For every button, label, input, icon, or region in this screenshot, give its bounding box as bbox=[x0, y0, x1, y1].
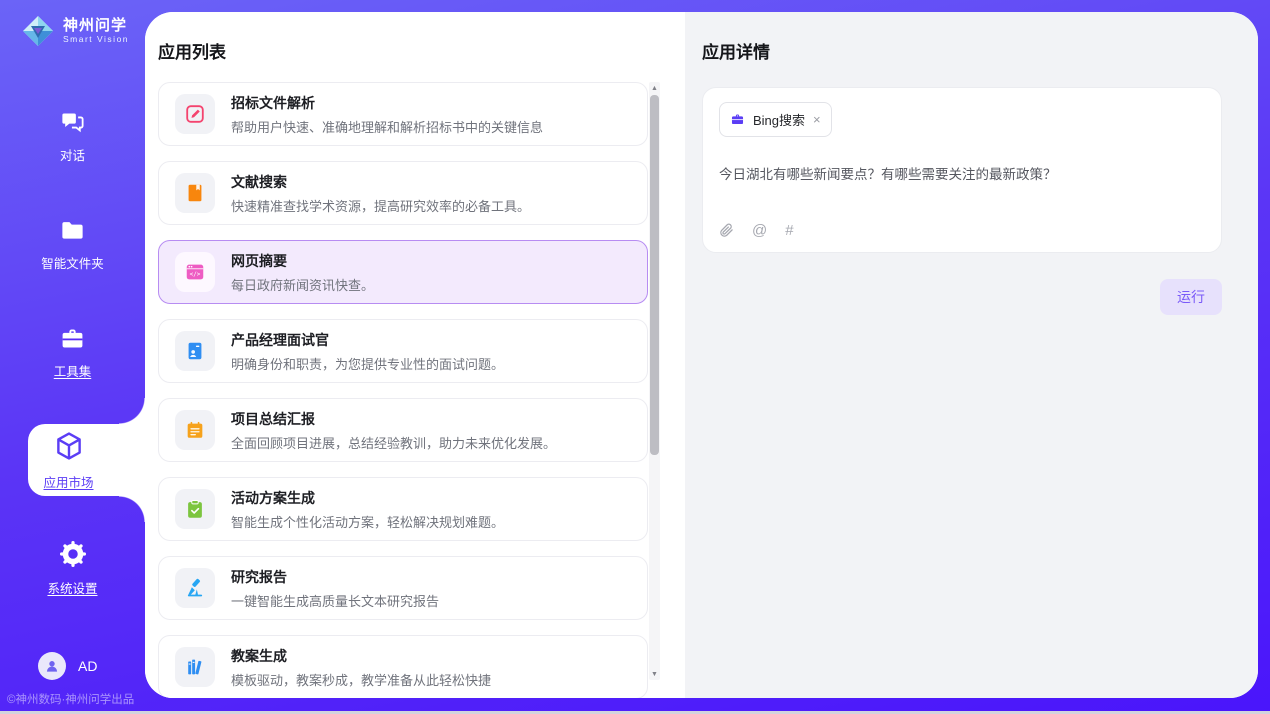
sidebar-item-toolset[interactable]: 工具集 bbox=[0, 316, 145, 388]
app-card-pm-interviewer[interactable]: 产品经理面试官 明确身份和职责，为您提供专业性的面试问题。 bbox=[158, 319, 648, 383]
app-detail-pane: 应用详情 Bing搜索 × 今日湖北有哪些新闻要点？有哪些需要关注的最新政策？ … bbox=[685, 12, 1258, 698]
app-list-title: 应用列表 bbox=[158, 38, 226, 63]
resume-icon bbox=[175, 331, 215, 371]
briefcase-icon bbox=[730, 112, 745, 127]
user-account[interactable]: AD bbox=[38, 652, 97, 680]
clipboard-check-icon bbox=[175, 489, 215, 529]
app-card-desc: 明确身份和职责，为您提供专业性的面试问题。 bbox=[231, 354, 504, 373]
cube-icon bbox=[52, 429, 86, 463]
app-card-desc: 每日政府新闻资讯快查。 bbox=[231, 275, 374, 294]
svg-text:</>: </> bbox=[190, 271, 201, 278]
microscope-icon bbox=[175, 568, 215, 608]
sidebar-item-app-market[interactable]: 应用市场 bbox=[28, 424, 145, 496]
pen-square-icon bbox=[175, 94, 215, 134]
app-window: 神州问学 Smart Vision 对话 智能文件夹 bbox=[0, 0, 1270, 714]
app-card-list: 招标文件解析 帮助用户快速、准确地理解和解析招标书中的关键信息 文献搜索 快速精… bbox=[158, 82, 648, 698]
tool-tag-bing-search[interactable]: Bing搜索 × bbox=[719, 102, 832, 137]
hash-icon[interactable]: # bbox=[785, 223, 793, 238]
sidebar: 神州问学 Smart Vision 对话 智能文件夹 bbox=[0, 0, 145, 714]
sidebar-item-label: 系统设置 bbox=[47, 578, 97, 597]
sidebar-item-label: 应用市场 bbox=[43, 472, 93, 491]
person-icon bbox=[43, 657, 61, 675]
sidebar-item-smart-folder[interactable]: 智能文件夹 bbox=[0, 208, 145, 280]
app-card-desc: 一键智能生成高质量长文本研究报告 bbox=[231, 591, 439, 610]
app-detail-title: 应用详情 bbox=[702, 38, 1241, 63]
app-card-desc: 智能生成个性化活动方案，轻松解决规划难题。 bbox=[231, 512, 504, 531]
app-card-literature-search[interactable]: 文献搜索 快速精准查找学术资源，提高研究效率的必备工具。 bbox=[158, 161, 648, 225]
app-card-title: 活动方案生成 bbox=[231, 488, 504, 508]
list-scrollbar: ▲ ▼ bbox=[649, 82, 660, 680]
app-card-title: 教案生成 bbox=[231, 646, 491, 666]
book-icon bbox=[175, 173, 215, 213]
app-card-desc: 帮助用户快速、准确地理解和解析招标书中的关键信息 bbox=[231, 117, 543, 136]
sidebar-item-chat[interactable]: 对话 bbox=[0, 100, 145, 172]
browser-code-icon: </> bbox=[175, 252, 215, 292]
brand-subtitle: Smart Vision bbox=[63, 35, 129, 44]
sidebar-nav: 对话 智能文件夹 工具集 bbox=[0, 100, 145, 640]
app-card-event-plan[interactable]: 活动方案生成 智能生成个性化活动方案，轻松解决规划难题。 bbox=[158, 477, 648, 541]
chat-bubbles-icon bbox=[59, 109, 86, 136]
app-card-title: 招标文件解析 bbox=[231, 93, 543, 113]
sidebar-item-label: 智能文件夹 bbox=[41, 253, 104, 272]
app-list-pane: 应用列表 招标文件解析 帮助用户快速、准确地理解和解析招标书中的关键信息 bbox=[145, 12, 685, 698]
sidebar-item-label: 工具集 bbox=[54, 361, 92, 380]
app-card-lesson-plan[interactable]: 教案生成 模板驱动，教案秒成，教学准备从此轻松快捷 bbox=[158, 635, 648, 698]
app-card-title: 研究报告 bbox=[231, 567, 439, 587]
attachment-toolbar: @ # bbox=[719, 223, 1205, 240]
main-panel: 应用列表 招标文件解析 帮助用户快速、准确地理解和解析招标书中的关键信息 bbox=[145, 12, 1258, 698]
sidebar-item-settings[interactable]: 系统设置 bbox=[0, 532, 145, 604]
app-card-research-report[interactable]: 研究报告 一键智能生成高质量长文本研究报告 bbox=[158, 556, 648, 620]
scroll-up-arrow-icon[interactable]: ▲ bbox=[649, 82, 660, 94]
prompt-card: Bing搜索 × 今日湖北有哪些新闻要点？有哪些需要关注的最新政策？ @ # bbox=[702, 87, 1222, 253]
gear-icon bbox=[58, 539, 88, 569]
app-card-web-summary[interactable]: </> 网页摘要 每日政府新闻资讯快查。 bbox=[158, 240, 648, 304]
app-card-title: 网页摘要 bbox=[231, 251, 374, 271]
app-card-title: 产品经理面试官 bbox=[231, 330, 504, 350]
app-card-desc: 快速精准查找学术资源，提高研究效率的必备工具。 bbox=[231, 196, 530, 215]
app-card-title: 项目总结汇报 bbox=[231, 409, 556, 429]
run-button[interactable]: 运行 bbox=[1160, 279, 1222, 315]
calendar-note-icon bbox=[175, 410, 215, 450]
brand-name: 神州问学 bbox=[63, 18, 129, 34]
avatar bbox=[38, 652, 66, 680]
app-card-project-summary[interactable]: 项目总结汇报 全面回顾项目进展，总结经验教训，助力未来优化发展。 bbox=[158, 398, 648, 462]
app-card-desc: 全面回顾项目进展，总结经验教训，助力未来优化发展。 bbox=[231, 433, 556, 452]
run-row: 运行 bbox=[702, 279, 1222, 315]
paperclip-icon[interactable] bbox=[719, 223, 734, 238]
sidebar-item-label: 对话 bbox=[60, 145, 85, 164]
tool-tag-label: Bing搜索 bbox=[753, 110, 805, 129]
scroll-down-arrow-icon[interactable]: ▼ bbox=[649, 668, 660, 680]
close-icon[interactable]: × bbox=[813, 113, 821, 126]
gem-logo-icon bbox=[20, 13, 56, 49]
at-sign-icon[interactable]: @ bbox=[752, 223, 767, 238]
user-initials: AD bbox=[78, 658, 97, 674]
app-card-title: 文献搜索 bbox=[231, 172, 530, 192]
app-card-bid-parse[interactable]: 招标文件解析 帮助用户快速、准确地理解和解析招标书中的关键信息 bbox=[158, 82, 648, 146]
books-icon bbox=[175, 647, 215, 687]
scrollbar-thumb[interactable] bbox=[650, 95, 659, 455]
brand-logo: 神州问学 Smart Vision bbox=[20, 13, 129, 49]
query-text-input[interactable]: 今日湖北有哪些新闻要点？有哪些需要关注的最新政策？ bbox=[719, 163, 1205, 223]
toolbox-icon bbox=[59, 325, 86, 352]
copyright-text: ©神州数码·神州问学出品 bbox=[7, 691, 134, 707]
app-card-desc: 模板驱动，教案秒成，教学准备从此轻松快捷 bbox=[231, 670, 491, 689]
folder-icon bbox=[59, 217, 86, 244]
